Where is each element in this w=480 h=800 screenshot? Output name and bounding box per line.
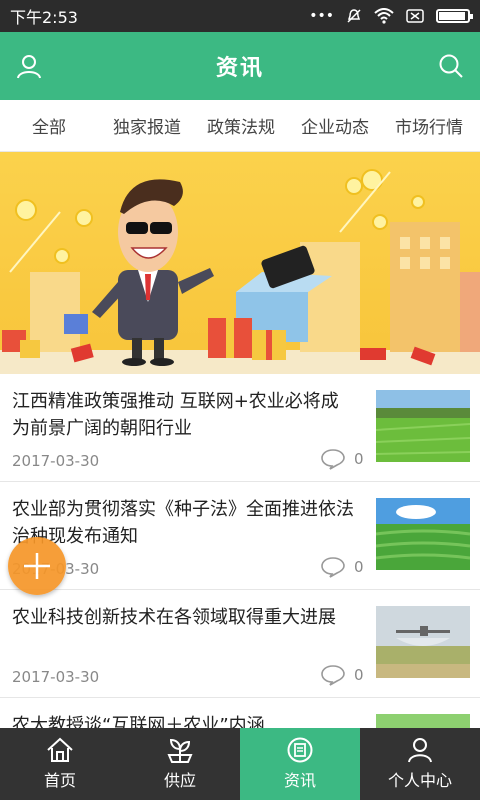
news-title: 农业部为贯彻落实《种子法》全面推进依法治种现发布通知 — [12, 499, 354, 547]
news-item[interactable]: 农业科技创新技术在各领域取得重大进展 2017-03-30 0 — [0, 590, 480, 698]
news-item[interactable]: 农大教授谈“互联网＋农业”内涵 — [0, 698, 480, 728]
user-button[interactable] — [14, 51, 44, 81]
profile-icon — [408, 738, 432, 763]
tab-market[interactable]: 市场行情 — [382, 113, 476, 138]
banner-illustration — [2, 169, 480, 366]
status-icons: ••• — [309, 8, 473, 24]
news-icon — [287, 737, 313, 763]
comment-icon — [321, 557, 345, 578]
plus-icon — [24, 553, 50, 579]
nav-profile[interactable]: 个人中心 — [360, 728, 480, 800]
nav-supply[interactable]: 供应 — [120, 728, 240, 800]
plant-icon — [167, 738, 193, 763]
comment-count: 0 — [320, 448, 364, 470]
news-thumbnail — [376, 714, 470, 728]
news-date: 2017-03-30 — [12, 452, 100, 470]
category-tabs: 全部 独家报道 政策法规 企业动态 市场行情 — [0, 100, 480, 152]
page-title: 资讯 — [215, 56, 264, 81]
more-dots-icon: ••• — [309, 8, 334, 24]
news-thumbnail — [376, 498, 470, 570]
news-title: 农业科技创新技术在各领域取得重大进展 — [12, 607, 336, 628]
bottom-nav: 首页 供应 资讯 个人中心 — [0, 728, 480, 800]
news-title: 江西精准政策强推动 互联网+农业必将成为前景广阔的朝阳行业 — [12, 391, 339, 439]
news-item[interactable]: 农业部为贯彻落实《种子法》全面推进依法治种现发布通知 2017-03-30 0 — [0, 482, 480, 590]
comment-count: 0 — [320, 664, 364, 686]
search-button[interactable] — [436, 51, 466, 81]
status-bar: 下午2:53 ••• — [0, 0, 480, 32]
tab-company-news[interactable]: 企业动态 — [288, 113, 382, 138]
search-icon — [439, 54, 463, 78]
tab-policy[interactable]: 政策法规 — [194, 113, 288, 138]
mute-icon — [347, 9, 361, 23]
tab-all[interactable]: 全部 — [0, 113, 100, 138]
news-date: 2017-03-30 — [12, 668, 100, 686]
app-header: 资讯 — [0, 32, 480, 100]
wifi-icon — [374, 8, 394, 24]
status-time: 下午2:53 — [10, 8, 78, 27]
news-list: 江西精准政策强推动 互联网+农业必将成为前景广阔的朝阳行业 2017-03-30… — [0, 374, 480, 728]
comment-count: 0 — [320, 556, 364, 578]
nav-home[interactable]: 首页 — [0, 728, 120, 800]
news-title: 农大教授谈“互联网＋农业”内涵 — [12, 715, 265, 728]
comment-icon — [321, 449, 345, 470]
news-thumbnail — [376, 390, 470, 462]
news-item[interactable]: 江西精准政策强推动 互联网+农业必将成为前景广阔的朝阳行业 2017-03-30… — [0, 374, 480, 482]
banner-image[interactable] — [0, 152, 480, 374]
comment-icon — [321, 665, 345, 686]
add-button[interactable] — [8, 537, 66, 595]
home-icon — [47, 737, 73, 762]
news-thumbnail — [376, 606, 470, 678]
tab-exclusive[interactable]: 独家报道 — [100, 113, 194, 138]
user-icon — [17, 55, 41, 79]
nav-news[interactable]: 资讯 — [240, 728, 360, 800]
battery-icon — [436, 9, 473, 23]
sim-icon — [406, 9, 424, 23]
